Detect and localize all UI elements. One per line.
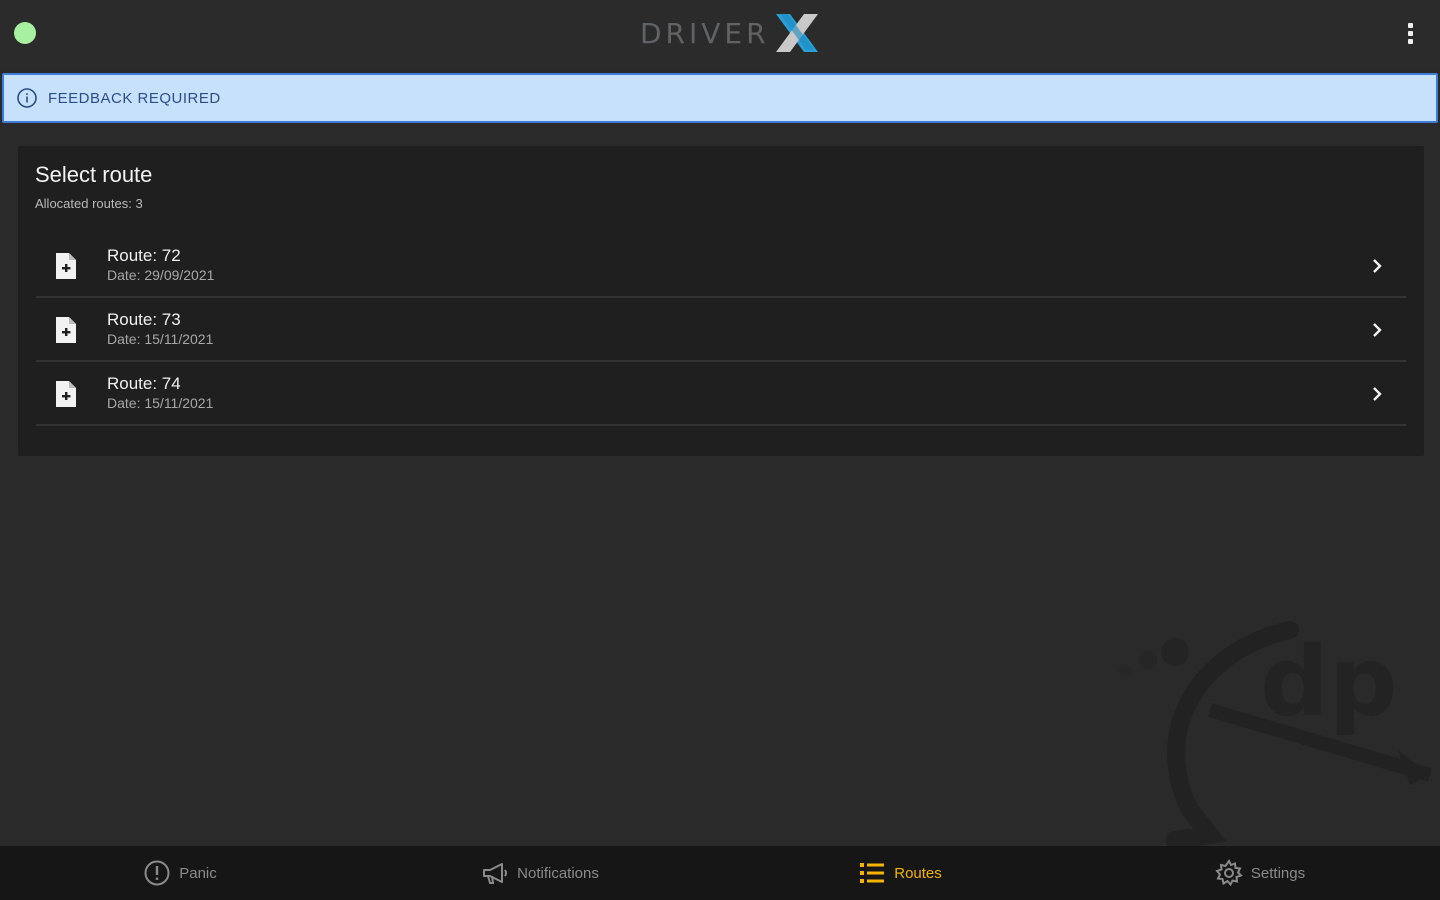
list-icon (860, 863, 885, 883)
connection-status-indicator (14, 22, 36, 44)
chevron-right-icon (1373, 323, 1382, 337)
driverx-logo: DRIVER (640, 10, 820, 56)
select-route-card: Select route Allocated routes: 3 Route: … (18, 146, 1424, 456)
route-name: Route: 72 (107, 246, 181, 265)
gear-icon (1215, 859, 1243, 887)
route-list: Route: 72 Date: 29/09/2021 Route: 73 Dat (36, 234, 1406, 426)
overflow-menu-button[interactable] (1398, 18, 1422, 48)
route-list-item[interactable]: Route: 74 Date: 15/11/2021 (36, 362, 1406, 426)
more-vert-icon (1407, 22, 1413, 28)
route-list-item[interactable]: Route: 72 Date: 29/09/2021 (36, 234, 1406, 298)
nav-panic-label: Panic (179, 864, 217, 882)
nav-settings[interactable]: Settings (1080, 846, 1440, 900)
nav-notifications[interactable]: Notifications (360, 846, 720, 900)
route-date: Date: 15/11/2021 (107, 395, 214, 411)
chevron-right-icon (1373, 387, 1382, 401)
card-title: Select route (35, 162, 153, 187)
panic-icon (144, 860, 170, 886)
nav-settings-label: Settings (1250, 864, 1306, 882)
route-date: Date: 15/11/2021 (107, 331, 214, 347)
nav-notifications-label: Notifications (517, 864, 599, 882)
feedback-required-banner[interactable]: FEEDBACK REQUIRED (2, 73, 1438, 123)
background-watermark-logo: dp (1119, 621, 1432, 849)
app-root: DRIVER FEEDBACK REQUIRED Select route Al… (0, 0, 1440, 900)
route-date: Date: 29/09/2021 (107, 267, 215, 283)
chevron-right-icon (1373, 259, 1382, 273)
banner-text: FEEDBACK REQUIRED (48, 89, 221, 107)
nav-panic[interactable]: Panic (0, 846, 360, 900)
nav-routes[interactable]: Routes (720, 846, 1080, 900)
bottom-navigation: Panic Notifications Routes Settings (0, 846, 1440, 900)
route-name: Route: 74 (107, 374, 181, 393)
route-name: Route: 73 (107, 310, 181, 329)
document-icon (56, 317, 76, 343)
megaphone-icon (483, 863, 508, 884)
allocated-routes-count: Allocated routes: 3 (35, 196, 143, 211)
logo-text: DRIVER (640, 16, 770, 50)
logo-x-mark (775, 14, 818, 52)
nav-routes-label: Routes (894, 864, 942, 882)
document-icon (56, 381, 76, 407)
document-icon (56, 253, 76, 279)
route-list-item[interactable]: Route: 73 Date: 15/11/2021 (36, 298, 1406, 362)
info-icon (17, 88, 37, 108)
top-app-bar: DRIVER (0, 0, 1440, 70)
svg-text:dp: dp (1260, 626, 1397, 738)
